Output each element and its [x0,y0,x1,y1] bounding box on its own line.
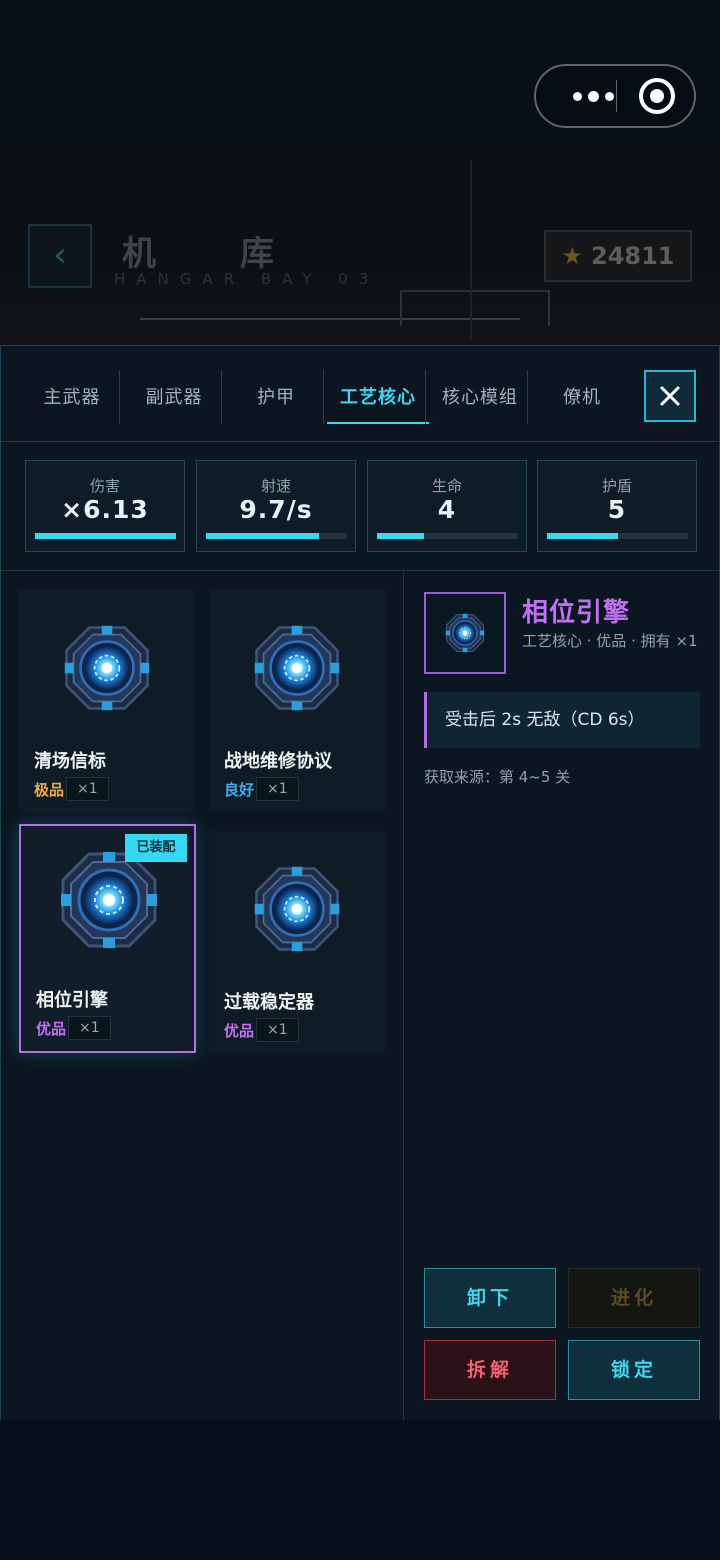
status-area [0,0,720,140]
item-card-selected[interactable]: 已装配 相位引擎 优品 ×1 [19,824,196,1053]
core-icon [445,613,485,653]
tab-core-module[interactable]: 核心模组 [429,372,531,424]
stat-damage: 伤害 ×6.13 [25,460,185,552]
header-decoration [470,160,472,340]
tab-divider [119,370,120,424]
dismantle-button[interactable]: 拆解 [424,1340,556,1400]
tab-wingman[interactable]: 僚机 [531,372,633,424]
tab-divider [527,370,528,424]
item-rarity: 良好 [224,780,255,799]
tab-main-weapon[interactable]: 主武器 [21,372,123,424]
stat-bar [206,533,347,539]
stat-bar [35,533,176,539]
stat-value: 5 [607,495,627,524]
hangar-header: ‹ 机 库 HANGAR BAY 03 ★ 24811 [0,140,720,346]
core-icon [253,865,341,953]
category-tabs: 主武器 副武器 护甲 工艺核心 核心模组 僚机 [1,346,720,442]
tab-sub-weapon[interactable]: 副武器 [123,372,225,424]
back-button[interactable]: ‹ [28,224,92,288]
currency-value: 24811 [591,242,675,270]
stat-label: 生命 [431,477,462,495]
core-icon [63,624,151,712]
capsule-divider [616,80,617,112]
item-count: ×1 [68,1016,111,1040]
tab-craft-core[interactable]: 工艺核心 [327,372,429,424]
core-icon [59,850,159,950]
item-name: 清场信标 [34,751,106,772]
detail-source: 获取来源：第 4~5 关 [424,768,571,786]
item-name: 相位引擎 [36,990,108,1011]
stat-label: 射速 [260,477,291,495]
section-divider [403,571,404,1421]
more-icon[interactable] [554,66,632,126]
close-panel-button[interactable] [644,370,696,422]
detail-meta: 工艺核心 · 优品 · 拥有 ×1 [522,632,698,650]
tab-divider [425,370,426,424]
stat-health: 生命 4 [367,460,527,552]
item-count: ×1 [256,777,299,801]
equipped-badge: 已装配 [125,834,187,862]
stat-label: 护盾 [601,477,632,495]
page-title: 机 库 [122,234,310,274]
item-rarity: 优品 [36,1019,67,1038]
stat-bar [377,533,518,539]
item-card[interactable]: 战地维修协议 良好 ×1 [209,590,385,812]
stat-label: 伤害 [89,477,120,495]
detail-title: 相位引擎 [522,598,631,628]
stat-value: ×6.13 [61,495,149,524]
currency-display: ★ 24811 [544,230,692,282]
item-rarity: 优品 [224,1021,255,1040]
evolve-button[interactable]: 进化 [568,1268,700,1328]
detail-effect: 受击后 2s 无敌（CD 6s） [424,692,700,748]
stat-value: 4 [437,495,457,524]
item-card[interactable]: 清场信标 极品 ×1 [19,590,195,812]
item-rarity: 极品 [34,780,65,799]
stat-fire-rate: 射速 9.7/s [196,460,356,552]
page-subtitle: HANGAR BAY 03 [114,270,380,288]
tab-armor[interactable]: 护甲 [225,372,327,424]
close-miniprogram-icon[interactable] [639,78,675,114]
tab-divider [221,370,222,424]
unequip-button[interactable]: 卸下 [424,1268,556,1328]
item-card[interactable]: 过载稳定器 优品 ×1 [209,831,385,1053]
stat-shield: 护盾 5 [537,460,697,552]
tab-divider [323,370,324,424]
close-icon [660,386,680,406]
stats-row: 伤害 ×6.13 射速 9.7/s 生命 4 护盾 5 [25,460,697,552]
item-count: ×1 [66,777,109,801]
section-divider [1,570,720,571]
item-count: ×1 [256,1018,299,1042]
star-icon: ★ [561,242,583,270]
equipment-panel: 主武器 副武器 护甲 工艺核心 核心模组 僚机 伤害 ×6.13 射速 9.7/… [0,345,720,1421]
lock-button[interactable]: 锁定 [568,1340,700,1400]
core-icon [253,624,341,712]
header-decoration [400,290,550,326]
stat-bar [547,533,688,539]
item-name: 战地维修协议 [224,751,332,772]
detail-thumbnail [424,592,506,674]
mini-program-capsule [534,64,696,128]
item-name: 过载稳定器 [224,992,314,1013]
stat-value: 9.7/s [239,495,313,524]
